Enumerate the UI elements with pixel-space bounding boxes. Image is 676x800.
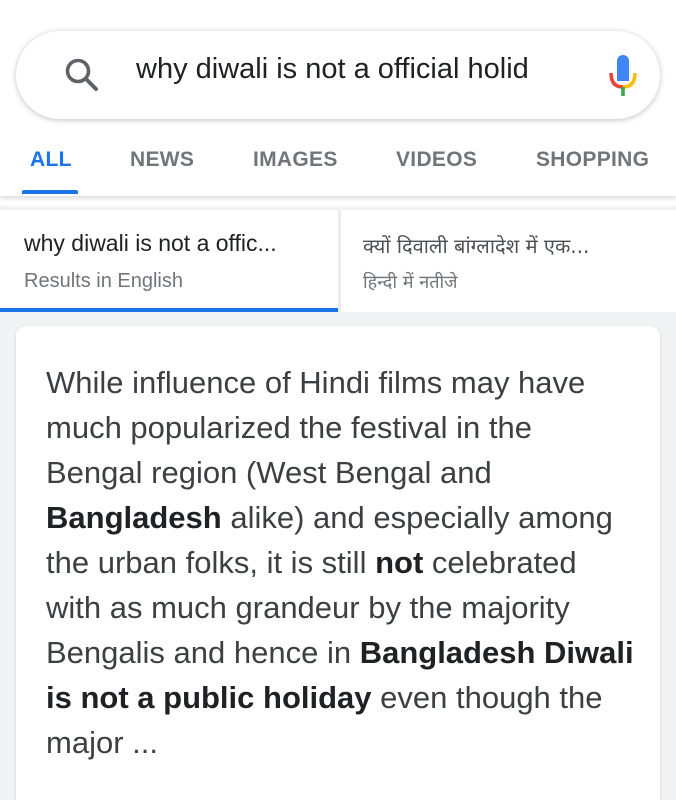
search-bar[interactable]: why diwali is not a official holid bbox=[16, 31, 660, 119]
search-tabs: ALL NEWS IMAGES VIDEOS SHOPPING bbox=[0, 130, 676, 196]
search-icon[interactable] bbox=[64, 57, 100, 93]
active-tab-indicator bbox=[22, 190, 78, 194]
tab-shopping[interactable]: SHOPPING bbox=[536, 148, 649, 172]
language-option-english[interactable]: why diwali is not a offic... Results in … bbox=[0, 210, 338, 312]
tab-images[interactable]: IMAGES bbox=[253, 148, 338, 172]
language-option-title: क्यों दिवाली बांग्लादेश में एक... bbox=[363, 234, 590, 258]
language-option-subtitle: हिन्दी में नतीजे bbox=[363, 272, 458, 293]
language-switcher: why diwali is not a offic... Results in … bbox=[0, 206, 676, 312]
search-results-page: why diwali is not a official holid ALL N… bbox=[0, 0, 676, 800]
language-option-subtitle: Results in English bbox=[24, 270, 183, 292]
featured-snippet-text: While influence of Hindi films may have … bbox=[46, 360, 636, 765]
search-input[interactable]: why diwali is not a official holid bbox=[136, 53, 576, 97]
mic-icon[interactable] bbox=[606, 53, 640, 99]
tab-news[interactable]: NEWS bbox=[130, 148, 194, 172]
language-option-title: why diwali is not a offic... bbox=[24, 230, 277, 256]
tab-videos[interactable]: VIDEOS bbox=[396, 148, 477, 172]
featured-snippet-card: While influence of Hindi films may have … bbox=[16, 326, 660, 800]
language-option-hindi[interactable]: क्यों दिवाली बांग्लादेश में एक... हिन्दी… bbox=[341, 210, 676, 312]
snippet-highlight: not bbox=[375, 545, 424, 580]
snippet-highlight: Bangladesh bbox=[46, 500, 222, 535]
snippet-segment: While influence of Hindi films may have … bbox=[46, 365, 586, 490]
tab-all[interactable]: ALL bbox=[30, 148, 72, 172]
